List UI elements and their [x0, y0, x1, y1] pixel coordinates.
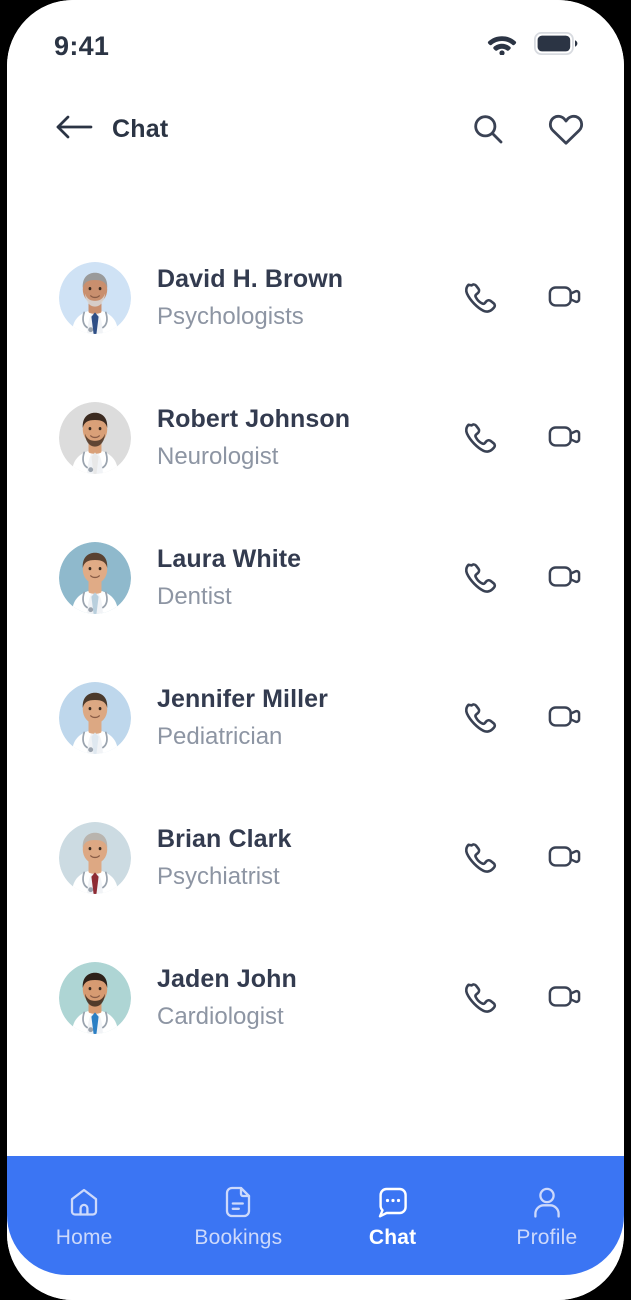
header-actions	[471, 112, 584, 146]
avatar-image	[59, 262, 131, 334]
chat-item-text: Jennifer Miller Pediatrician	[157, 685, 463, 752]
phone-icon[interactable]	[463, 421, 497, 455]
avatar-image	[59, 402, 131, 474]
doctor-name: Laura White	[157, 544, 302, 573]
video-camera-icon[interactable]	[548, 701, 582, 735]
video-camera-icon[interactable]	[548, 281, 582, 315]
search-icon[interactable]	[471, 112, 505, 146]
back-button[interactable]	[54, 114, 96, 144]
doctor-name: Jaden John	[157, 964, 297, 993]
nav-item-label: Home	[55, 1225, 113, 1249]
phone-icon[interactable]	[463, 701, 497, 735]
phone-frame: 9:41 Chat David H. Brown Psychologists R…	[7, 0, 624, 1300]
nav-item-label: Bookings	[194, 1225, 283, 1249]
chat-list-item[interactable]: Jaden John Cardiologist	[7, 928, 624, 1068]
nav-item-bookings[interactable]: Bookings	[161, 1156, 315, 1275]
avatar[interactable]	[59, 822, 131, 894]
avatar[interactable]	[59, 402, 131, 474]
app-header: Chat	[7, 92, 624, 166]
heart-icon[interactable]	[548, 113, 584, 146]
phone-icon[interactable]	[463, 841, 497, 875]
video-camera-icon[interactable]	[548, 841, 582, 875]
chat-item-actions	[463, 701, 582, 735]
bottom-navigation: Home Bookings Chat Profile	[7, 1156, 624, 1275]
chat-list-item[interactable]: Robert Johnson Neurologist	[7, 368, 624, 508]
avatar[interactable]	[59, 542, 131, 614]
doctor-name: David H. Brown	[157, 264, 344, 293]
doctor-specialty: Psychologists	[157, 303, 304, 331]
doctor-specialty: Pediatrician	[157, 723, 283, 751]
chat-item-text: Brian Clark Psychiatrist	[157, 825, 463, 892]
doctor-name: Brian Clark	[157, 824, 292, 853]
phone-icon[interactable]	[463, 281, 497, 315]
chat-item-text: Robert Johnson Neurologist	[157, 405, 463, 472]
avatar[interactable]	[59, 682, 131, 754]
avatar-image	[59, 682, 131, 754]
status-bar: 9:41	[7, 0, 624, 92]
status-icons	[487, 31, 578, 60]
doctor-specialty: Neurologist	[157, 443, 279, 471]
chat-item-text: David H. Brown Psychologists	[157, 265, 463, 332]
doctor-specialty: Dentist	[157, 583, 232, 611]
chat-list-item[interactable]: David H. Brown Psychologists	[7, 228, 624, 368]
chat-item-actions	[463, 421, 582, 455]
chat-item-actions	[463, 281, 582, 315]
chat-item-actions	[463, 981, 582, 1015]
video-camera-icon[interactable]	[548, 421, 582, 455]
chat-list-item[interactable]: Jennifer Miller Pediatrician	[7, 648, 624, 788]
chat-item-actions	[463, 841, 582, 875]
chat-item-text: Laura White Dentist	[157, 545, 463, 612]
home-icon	[68, 1186, 100, 1219]
chat-list-item[interactable]: Brian Clark Psychiatrist	[7, 788, 624, 928]
avatar-image	[59, 822, 131, 894]
avatar-image	[59, 962, 131, 1034]
phone-icon[interactable]	[463, 561, 497, 595]
video-camera-icon[interactable]	[548, 981, 582, 1015]
nav-item-profile[interactable]: Profile	[470, 1156, 624, 1275]
doctor-name: Robert Johnson	[157, 404, 351, 433]
status-time: 9:41	[54, 30, 110, 61]
chat-item-actions	[463, 561, 582, 595]
avatar[interactable]	[59, 962, 131, 1034]
chat-list: David H. Brown Psychologists Robert John…	[7, 166, 624, 1156]
screen: 9:41 Chat David H. Brown Psychologists R…	[7, 0, 624, 1300]
nav-item-label: Chat	[368, 1225, 417, 1249]
doctor-specialty: Cardiologist	[157, 1003, 284, 1031]
nav-item-label: Profile	[516, 1225, 578, 1249]
wifi-icon	[487, 33, 517, 60]
arrow-left-icon	[54, 114, 94, 145]
page-title: Chat	[112, 114, 169, 143]
avatar[interactable]	[59, 262, 131, 334]
video-camera-icon[interactable]	[548, 561, 582, 595]
doctor-specialty: Psychiatrist	[157, 863, 280, 891]
nav-item-home[interactable]: Home	[7, 1156, 161, 1275]
chat-list-item[interactable]: Laura White Dentist	[7, 508, 624, 648]
person-icon	[532, 1186, 562, 1219]
avatar-image	[59, 542, 131, 614]
chat-item-text: Jaden John Cardiologist	[157, 965, 463, 1032]
phone-icon[interactable]	[463, 981, 497, 1015]
document-icon	[223, 1186, 253, 1219]
chat-bubble-icon	[376, 1186, 410, 1219]
battery-full-icon	[533, 31, 578, 60]
doctor-name: Jennifer Miller	[157, 684, 328, 713]
nav-item-chat[interactable]: Chat	[316, 1156, 470, 1275]
